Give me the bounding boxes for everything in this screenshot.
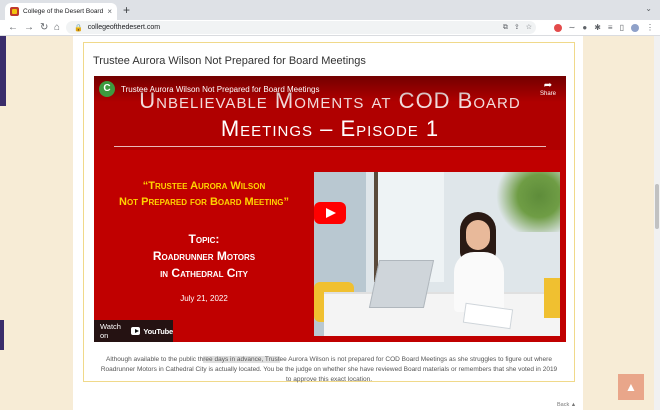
extension-wave-icon[interactable]: ∼ bbox=[569, 23, 576, 32]
video-topic: Topic: Roadrunner Motors in Cathedral Ci… bbox=[94, 231, 314, 282]
left-edge-decoration bbox=[0, 36, 6, 106]
main-content: Trustee Aurora Wilson Not Prepared for B… bbox=[73, 36, 583, 410]
back-button[interactable]: ← bbox=[8, 21, 18, 35]
address-bar[interactable]: 🔒 collegeofthedesert.com ⧉ ⇪ ☆ bbox=[66, 21, 536, 34]
extension-bar: ∼ ● ✱ ≡ ▯ ⋮ bbox=[553, 21, 654, 34]
topic-line2: in Cathedral City bbox=[160, 266, 248, 280]
tab-close-icon[interactable]: × bbox=[107, 7, 112, 16]
quote-line1: “Trustee Aurora Wilson bbox=[142, 180, 266, 192]
caption-highlight: ree days in advance, Trust bbox=[203, 356, 280, 363]
sidebar-icon[interactable]: ▯ bbox=[620, 23, 624, 32]
scroll-to-top-button[interactable]: ▲ bbox=[618, 374, 644, 400]
channel-avatar[interactable]: C bbox=[99, 81, 115, 97]
browser-toolbar: ← → ↻ ⌂ 🔒 collegeofthedesert.com ⧉ ⇪ ☆ ∼… bbox=[0, 20, 660, 36]
video-title-link[interactable]: Trustee Aurora Wilson Not Prepared for B… bbox=[121, 85, 319, 94]
scrollbar-thumb[interactable] bbox=[655, 184, 659, 229]
video-thumbnail-photo bbox=[314, 172, 560, 336]
video-quote: “Trustee Aurora Wilson Not Prepared for … bbox=[94, 178, 314, 210]
menu-icon[interactable]: ⋮ bbox=[646, 23, 654, 32]
video-date: July 21, 2022 bbox=[180, 294, 228, 303]
banner-heading-line2: Meetings – Episode 1 bbox=[220, 116, 440, 141]
site-favicon-icon bbox=[10, 7, 19, 16]
post-card: Trustee Aurora Wilson Not Prepared for B… bbox=[83, 42, 575, 385]
youtube-embed[interactable]: Unbelievable Moments at COD Board Meetin… bbox=[94, 76, 566, 342]
tab-title: College of the Desert Board of T bbox=[23, 8, 104, 15]
topic-label: Topic: bbox=[188, 232, 220, 246]
reload-button[interactable]: ↻ bbox=[40, 21, 48, 35]
browser-tab[interactable]: College of the Desert Board of T × bbox=[5, 3, 117, 20]
person-shirt bbox=[454, 252, 504, 312]
extension-red-icon[interactable] bbox=[553, 23, 562, 32]
person-face bbox=[466, 220, 490, 250]
photo-table bbox=[324, 292, 560, 336]
share-button[interactable]: ➦ Share bbox=[540, 80, 556, 97]
share-label: Share bbox=[539, 91, 556, 97]
post-title: Trustee Aurora Wilson Not Prepared for B… bbox=[93, 55, 366, 67]
profile-avatar-icon[interactable] bbox=[631, 23, 639, 32]
photo-chair-right bbox=[544, 278, 560, 318]
tab-search-icon[interactable]: ⌄ bbox=[645, 4, 652, 13]
forward-button[interactable]: → bbox=[24, 21, 34, 35]
youtube-logo-icon bbox=[130, 327, 141, 335]
home-button[interactable]: ⌂ bbox=[54, 21, 60, 35]
topic-line1: Roadrunner Motors bbox=[152, 249, 256, 263]
watch-on-label: Watch on bbox=[100, 322, 121, 340]
new-tab-button[interactable]: + bbox=[123, 3, 130, 17]
page-scrollbar[interactable] bbox=[654, 36, 660, 410]
bookmark-star-icon[interactable]: ☆ bbox=[526, 21, 532, 34]
omnibox-actions: ⧉ ⇪ ☆ bbox=[503, 21, 532, 34]
watch-on-youtube-button[interactable]: Watch on YouTube bbox=[94, 320, 173, 342]
photo-laptop bbox=[368, 260, 435, 308]
reading-list-icon[interactable]: ≡ bbox=[608, 23, 613, 32]
video-top-bar: C Trustee Aurora Wilson Not Prepared for… bbox=[94, 76, 566, 102]
back-to-top-link[interactable]: Back ▲ bbox=[557, 402, 576, 408]
caption-part1: Although available to the public th bbox=[106, 356, 204, 363]
puzzle-icon[interactable]: ✱ bbox=[594, 23, 601, 32]
url-text[interactable]: collegeofthedesert.com bbox=[88, 24, 160, 31]
extension-dot-icon[interactable]: ● bbox=[582, 23, 587, 32]
quote-line2: Not Prepared for Board Meeting” bbox=[119, 196, 289, 208]
install-icon[interactable]: ⧉ bbox=[503, 21, 508, 34]
photo-person bbox=[444, 212, 514, 312]
share-arrow-icon: ➦ bbox=[543, 80, 553, 91]
youtube-wordmark: YouTube bbox=[143, 326, 173, 336]
left-edge-decoration-lower bbox=[0, 320, 4, 350]
play-button-icon[interactable] bbox=[314, 202, 346, 224]
lock-icon[interactable]: 🔒 bbox=[74, 24, 83, 32]
share-page-icon[interactable]: ⇪ bbox=[514, 21, 520, 34]
tab-strip: College of the Desert Board of T × + ⌄ bbox=[0, 0, 660, 20]
banner-divider bbox=[114, 146, 546, 147]
post-caption: Although available to the public three d… bbox=[98, 355, 560, 385]
